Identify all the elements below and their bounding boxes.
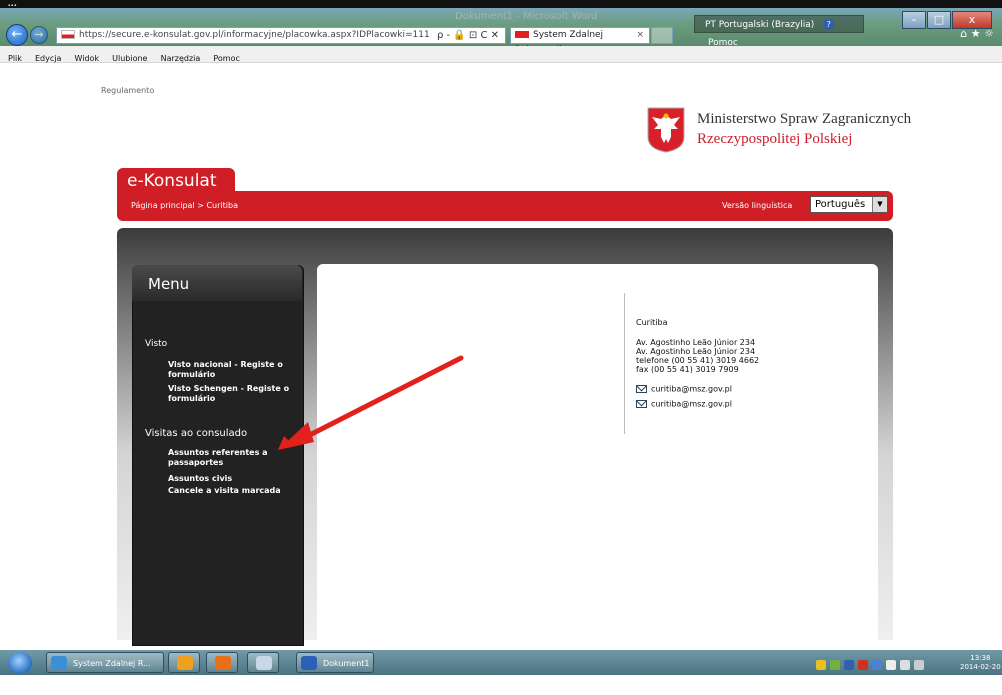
office-email-link-1[interactable]: curitiba@msz.gov.pl [651, 385, 732, 394]
office-city: Curitiba [636, 318, 668, 327]
menu-item-ulubione[interactable]: Ulubione [112, 54, 147, 63]
new-tab-button[interactable] [651, 27, 673, 44]
chevron-down-icon: ▼ [872, 197, 887, 212]
menu-link-visto-nacional[interactable]: Visto nacional - Registe o formulário [168, 360, 283, 380]
language-version-label: Versão linguística [722, 201, 793, 210]
taskbar-item-outlook[interactable] [168, 652, 200, 673]
back-button[interactable]: ← [6, 24, 28, 46]
office-fax: fax (00 55 41) 3019 7909 [636, 365, 739, 374]
language-indicator-label: PT Portugalski (Brazylia) [705, 20, 815, 30]
language-indicator[interactable]: PT Portugalski (Brazylia) ? Pomoc [694, 15, 864, 48]
office-email-link-2[interactable]: curitiba@msz.gov.pl [651, 400, 732, 409]
e-konsulat-tab[interactable]: e-Konsulat [117, 168, 235, 194]
tab-flag-icon [515, 31, 529, 38]
help-icon: ? [823, 19, 835, 30]
tray-icon-1[interactable] [816, 660, 826, 670]
menu-link-passaportes[interactable]: Assuntos referentes a passaportes [168, 448, 268, 468]
tab-close-icon[interactable]: × [636, 28, 644, 43]
section-visto-title: Visto [145, 339, 168, 349]
menu-item-narzedzia[interactable]: Narzędzia [161, 54, 201, 63]
envelope-icon [636, 385, 647, 393]
tray-icon-2[interactable] [830, 660, 840, 670]
top-strip-label: ... [8, 0, 18, 8]
tray-icon-4[interactable] [858, 660, 868, 670]
office-email-row-1: curitiba@msz.gov.pl [636, 385, 732, 394]
breadcrumb[interactable]: Página principal > Curitiba [131, 201, 238, 210]
tray-icon-3[interactable] [844, 660, 854, 670]
address-bar[interactable]: https://secure.e-konsulat.gov.pl/informa… [56, 27, 506, 44]
toolbar-icons[interactable]: ⌂ ★ ☼ [960, 27, 994, 40]
menu-link-visto-nacional-line2: formulário [168, 370, 216, 379]
clock-date: 2014-02-20 [960, 663, 1001, 671]
menu-link-passaportes-line1: Assuntos referentes a [168, 448, 268, 457]
system-tray [816, 655, 946, 670]
office-email-row-2: curitiba@msz.gov.pl [636, 400, 732, 409]
envelope-icon [636, 400, 647, 408]
network-icon[interactable] [900, 660, 910, 670]
outlook-icon [177, 656, 193, 670]
ministry-title-line2: Rzeczypospolitej Polskiej [697, 131, 853, 147]
menu-link-visto-nacional-line1: Visto nacional - Registe o [168, 360, 283, 369]
tray-icon-5[interactable] [872, 660, 882, 670]
taskbar-item-ie-label: System Zdalnej R... [73, 659, 151, 668]
address-url: https://secure.e-konsulat.gov.pl/informa… [79, 30, 430, 40]
taskbar-item-word[interactable]: Dokument1 - Mic... [296, 652, 374, 689]
section-visitas-title: Visitas ao consulado [145, 428, 248, 439]
internet-explorer-icon [51, 656, 67, 670]
language-select-value: Português [815, 199, 866, 210]
menu-link-passaportes-line2: passaportes [168, 458, 224, 467]
menu-link-assuntos-civis[interactable]: Assuntos civis [168, 474, 232, 484]
taskbar-item-media[interactable] [206, 652, 238, 673]
regulamento-link[interactable]: Regulamento [101, 86, 154, 95]
browser-tab[interactable]: System Zdalnej Rejestracji × [510, 27, 650, 55]
start-button[interactable] [8, 652, 32, 674]
top-black-strip: ... [0, 0, 1002, 8]
browser-menubar: Plik Edycja Widok Ulubione Narzędzia Pom… [0, 46, 1002, 63]
minimize-button[interactable]: – [902, 11, 926, 29]
menu-link-cancele-visita[interactable]: Cancele a visita marcada [168, 486, 281, 496]
taskbar-item-notepad[interactable] [247, 652, 279, 673]
flag-icon[interactable] [886, 660, 896, 670]
content-divider [624, 293, 625, 434]
forward-button[interactable]: → [30, 26, 48, 44]
clock-time: 13:38 [970, 654, 991, 662]
address-tools[interactable]: ρ - 🔒 ⊡ C ✕ [437, 28, 499, 43]
menu-item-edycja[interactable]: Edycja [35, 54, 61, 63]
menu-item-plik[interactable]: Plik [8, 54, 22, 63]
word-icon [301, 656, 317, 670]
language-select[interactable]: Português ▼ [810, 196, 888, 213]
site-flag-icon [61, 30, 75, 39]
side-menu-title: Menu [148, 275, 190, 293]
taskbar-clock[interactable]: 13:38 2014-02-20 [960, 654, 1001, 672]
menu-item-widok[interactable]: Widok [74, 54, 99, 63]
notepad-icon [256, 656, 272, 670]
menu-item-pomoc[interactable]: Pomoc [213, 54, 240, 63]
background-window-title: Dokument1 - Microsoft Word [455, 11, 598, 22]
maximize-button[interactable]: □ [927, 11, 951, 29]
window-controls: – □ x [901, 8, 992, 29]
ministry-title-line1: Ministerstwo Spraw Zagranicznych [697, 111, 912, 127]
volume-icon[interactable] [914, 660, 924, 670]
red-annotation-arrow-icon [278, 355, 464, 450]
taskbar-item-ie[interactable]: System Zdalnej R... [46, 652, 164, 673]
media-player-icon [215, 656, 231, 670]
polish-eagle-emblem-icon [647, 107, 685, 153]
